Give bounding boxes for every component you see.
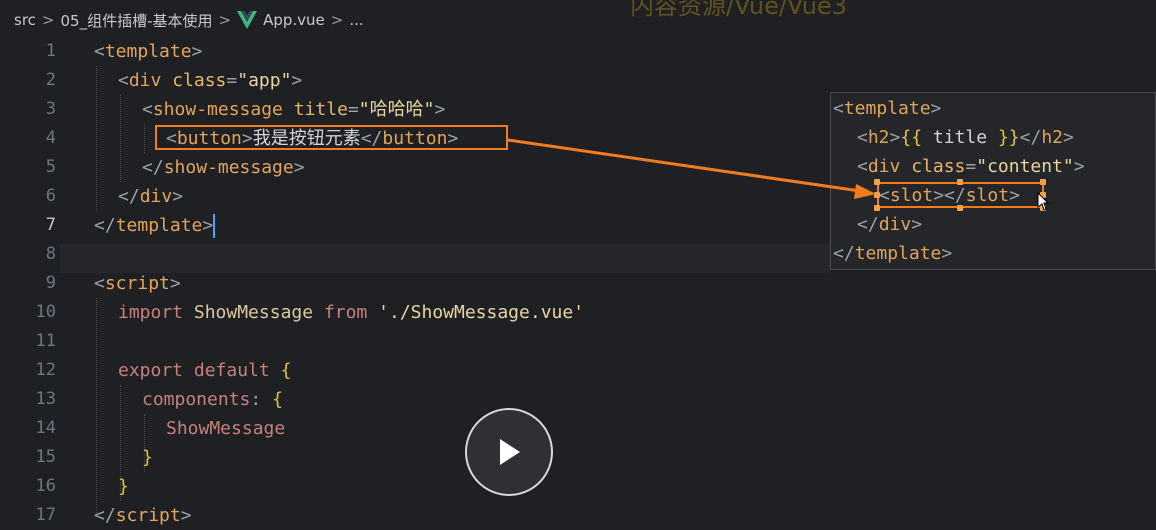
play-icon — [500, 439, 520, 465]
video-play-button[interactable] — [465, 408, 553, 496]
annotation-arrow — [507, 138, 876, 199]
mouse-cursor-icon — [1037, 192, 1050, 211]
